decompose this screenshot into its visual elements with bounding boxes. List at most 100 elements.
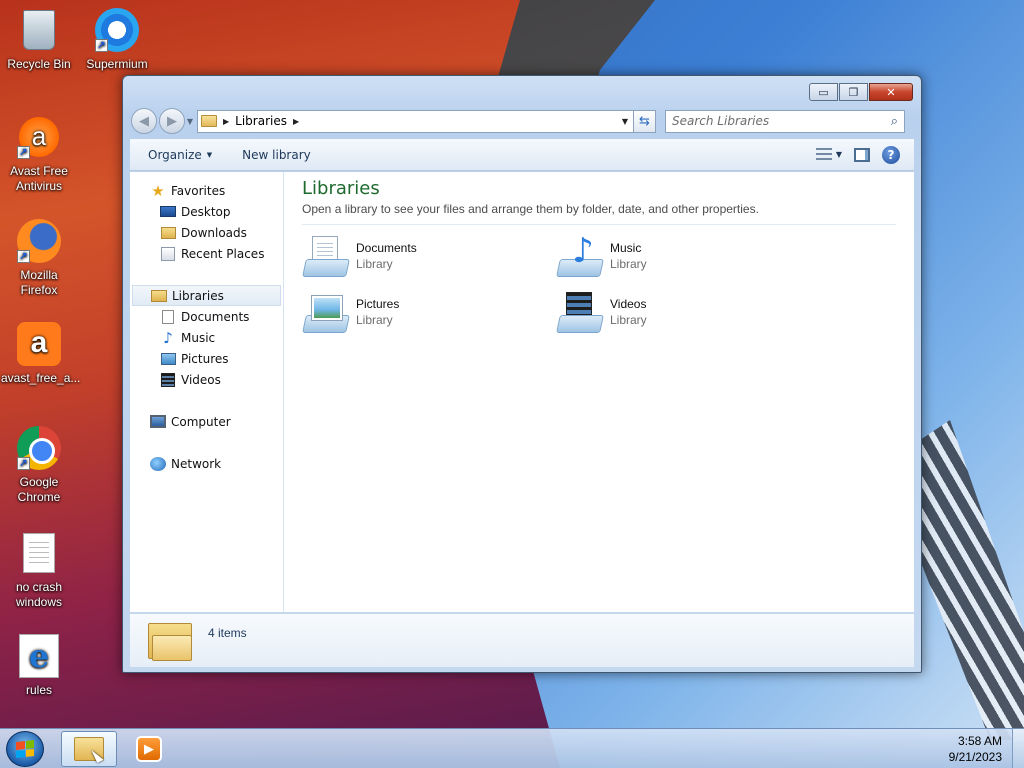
maximize-button[interactable]: ❐ bbox=[839, 83, 868, 101]
library-type: Library bbox=[610, 257, 647, 271]
nav-label: Libraries bbox=[172, 288, 224, 303]
explorer-window[interactable]: ▭ ❐ ✕ ◀ ▶ ▼ ▶ Libraries ▶ ▼ ⇆ Search Lib… bbox=[122, 75, 922, 673]
libraries-content: Libraries Open a library to see your fil… bbox=[284, 172, 914, 612]
desktop-icon-label: Mozilla Firefox bbox=[20, 268, 58, 297]
nav-label: Music bbox=[181, 330, 216, 345]
library-name: Documents bbox=[356, 241, 417, 255]
desktop-icon-firefox[interactable]: ↗ Mozilla Firefox bbox=[1, 217, 77, 298]
view-options-dropdown-icon[interactable]: ▼ bbox=[836, 150, 842, 159]
new-library-button[interactable]: New library bbox=[242, 148, 311, 162]
desktop-icon-label: rules bbox=[25, 683, 52, 697]
nav-label: Videos bbox=[181, 372, 221, 387]
search-placeholder: Search Libraries bbox=[672, 114, 770, 128]
text-file-icon bbox=[23, 533, 55, 573]
nav-favorites[interactable]: ★ Favorites bbox=[130, 180, 283, 201]
close-button[interactable]: ✕ bbox=[869, 83, 913, 101]
shortcut-arrow-icon: ↗ bbox=[17, 250, 30, 263]
pictures-icon bbox=[160, 352, 176, 365]
documents-library-icon bbox=[302, 232, 350, 280]
libraries-folder-icon bbox=[201, 115, 217, 127]
search-icon[interactable]: ⌕ bbox=[891, 114, 898, 129]
search-input[interactable]: Search Libraries ⌕ bbox=[665, 109, 905, 133]
network-icon bbox=[150, 456, 166, 471]
refresh-button[interactable]: ⇆ bbox=[634, 109, 656, 133]
preview-pane-icon[interactable] bbox=[854, 147, 870, 162]
desktop-icon-recycle-bin[interactable]: Recycle Bin bbox=[1, 6, 77, 72]
organize-button[interactable]: Organize ▼ bbox=[148, 148, 212, 162]
command-bar: Organize ▼ New library ▼ ? bbox=[130, 139, 914, 171]
page-title: Libraries bbox=[302, 178, 380, 199]
avast-installer-icon: a bbox=[17, 322, 61, 366]
taskbar-explorer-button[interactable] bbox=[61, 731, 117, 767]
breadcrumb-separator-icon[interactable]: ▶ bbox=[223, 117, 229, 126]
back-button[interactable]: ◀ bbox=[131, 108, 157, 134]
desktop-icon-avast-installer[interactable]: a avast_free_a... bbox=[1, 320, 80, 386]
nav-network[interactable]: Network bbox=[130, 453, 283, 474]
nav-documents[interactable]: Documents bbox=[130, 306, 283, 327]
libraries-large-icon bbox=[148, 621, 192, 661]
page-subtitle: Open a library to see your files and arr… bbox=[302, 202, 896, 225]
nav-music[interactable]: ♪ Music bbox=[130, 327, 283, 348]
help-icon[interactable]: ? bbox=[882, 145, 900, 164]
documents-icon bbox=[162, 309, 174, 324]
libraries-icon bbox=[151, 289, 167, 302]
address-bar[interactable]: ▶ Libraries ▶ ▼ bbox=[197, 109, 634, 133]
clock-date: 9/21/2023 bbox=[948, 750, 1002, 764]
desktop-icon-supermium[interactable]: ↗ Supermium bbox=[79, 6, 155, 72]
nav-recent-places[interactable]: Recent Places bbox=[130, 243, 283, 264]
navigation-row: ◀ ▶ ▼ ▶ Libraries ▶ ▼ ⇆ Search Libraries… bbox=[131, 108, 913, 134]
desktop-icon-no-crash-windows[interactable]: no crash windows bbox=[1, 529, 77, 610]
nav-desktop[interactable]: Desktop bbox=[130, 201, 283, 222]
breadcrumb-separator-icon[interactable]: ▶ bbox=[293, 117, 299, 126]
back-arrow-icon: ◀ bbox=[139, 113, 149, 129]
minimize-button[interactable]: ▭ bbox=[809, 83, 838, 101]
library-type: Library bbox=[356, 313, 393, 327]
pictures-library-icon bbox=[302, 288, 350, 336]
library-type: Library bbox=[356, 257, 393, 271]
details-pane: 4 items bbox=[130, 613, 914, 667]
system-clock[interactable]: 3:58 AM 9/21/2023 bbox=[949, 733, 1002, 765]
library-name: Videos bbox=[610, 297, 647, 311]
item-count: 4 items bbox=[208, 625, 247, 640]
show-desktop-button[interactable] bbox=[1012, 729, 1024, 768]
shortcut-arrow-icon: ↗ bbox=[95, 39, 108, 52]
nav-label: Computer bbox=[171, 414, 231, 429]
nav-pictures[interactable]: Pictures bbox=[130, 348, 283, 369]
forward-button[interactable]: ▶ bbox=[159, 108, 185, 134]
nav-videos[interactable]: Videos bbox=[130, 369, 283, 390]
internet-explorer-icon: e bbox=[19, 634, 59, 678]
clock-time: 3:58 AM bbox=[957, 734, 1002, 748]
start-button[interactable] bbox=[6, 731, 44, 767]
library-documents[interactable]: Documents Library bbox=[302, 231, 556, 281]
navigation-pane: ★ Favorites Desktop Downloads Recent Pla… bbox=[130, 172, 284, 612]
nav-libraries[interactable]: Libraries bbox=[132, 285, 281, 306]
breadcrumb-libraries[interactable]: Libraries bbox=[235, 114, 287, 128]
change-view-icon[interactable] bbox=[815, 148, 832, 161]
window-client-area: ★ Favorites Desktop Downloads Recent Pla… bbox=[130, 172, 914, 612]
address-dropdown-icon[interactable]: ▼ bbox=[617, 117, 633, 126]
desktop-icon bbox=[160, 206, 176, 217]
nav-label: Documents bbox=[181, 309, 250, 324]
library-pictures[interactable]: Pictures Library bbox=[302, 287, 556, 337]
taskbar-media-player-button[interactable]: ▶ bbox=[120, 731, 178, 767]
shortcut-arrow-icon: ↗ bbox=[17, 457, 30, 470]
desktop-icon-rules[interactable]: e rules bbox=[1, 632, 77, 698]
desktop-icon-label: Supermium bbox=[86, 57, 148, 71]
star-icon: ★ bbox=[151, 181, 165, 200]
library-videos[interactable]: Videos Library bbox=[556, 287, 810, 337]
nav-label: Desktop bbox=[181, 204, 231, 219]
library-music[interactable]: ♪ Music Library bbox=[556, 231, 810, 281]
organize-label: Organize bbox=[148, 147, 202, 162]
nav-label: Downloads bbox=[181, 225, 247, 240]
nav-label: Network bbox=[171, 456, 222, 471]
desktop-icon-chrome[interactable]: ↗ Google Chrome bbox=[1, 424, 77, 505]
music-note-icon: ♪ bbox=[163, 328, 173, 347]
nav-computer[interactable]: Computer bbox=[130, 411, 283, 432]
nav-downloads[interactable]: Downloads bbox=[130, 222, 283, 243]
recycle-bin-icon bbox=[23, 10, 55, 50]
desktop-icon-avast[interactable]: a ↗ Avast Free Antivirus bbox=[1, 113, 77, 194]
nav-label: Recent Places bbox=[181, 246, 265, 261]
caption-buttons: ▭ ❐ ✕ bbox=[808, 83, 913, 101]
desktop-icon-label: Google Chrome bbox=[17, 475, 61, 504]
recent-pages-dropdown[interactable]: ▼ bbox=[185, 117, 195, 126]
